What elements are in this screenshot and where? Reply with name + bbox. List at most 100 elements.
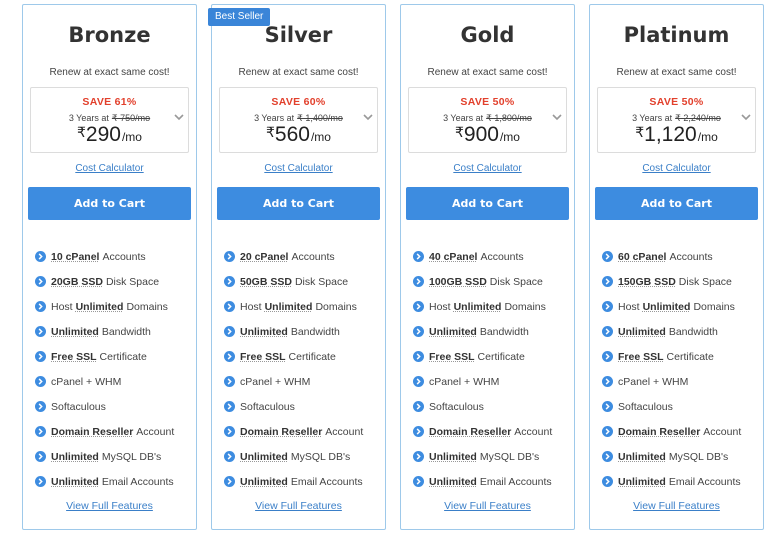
cost-calculator-link[interactable]: Cost Calculator xyxy=(23,163,196,174)
feature-highlight[interactable]: Unlimited xyxy=(618,476,666,488)
feature-highlight[interactable]: 50GB SSD xyxy=(240,276,292,288)
feature-highlight[interactable]: Unlimited xyxy=(51,326,99,338)
feature-text: cPanel + WHM xyxy=(618,375,689,388)
renew-note: Renew at exact same cost! xyxy=(427,67,548,78)
add-to-cart-button[interactable]: Add to Cart xyxy=(406,187,569,220)
currency-symbol: ₹ xyxy=(266,124,275,140)
save-badge: SAVE 50% xyxy=(460,96,515,108)
feature-highlight[interactable]: 20GB SSD xyxy=(51,276,103,288)
feature-text: Account xyxy=(325,425,364,438)
arrow-circle-icon xyxy=(413,426,424,437)
plan-card-bronze: Bronze Renew at exact same cost! SAVE 61… xyxy=(22,4,197,530)
feature-highlight[interactable]: Free SSL xyxy=(51,351,97,363)
billing-cycle-select[interactable]: SAVE 61% 3 Years at ₹ 750/mo ₹290/mo xyxy=(30,87,189,153)
feature-highlight[interactable]: 100GB SSD xyxy=(429,276,487,288)
feature-text: Bandwidth xyxy=(101,325,151,338)
feature-text: Disk Space xyxy=(105,275,160,288)
feature-highlight[interactable]: Free SSL xyxy=(618,351,664,363)
feature-highlight[interactable]: Unlimited xyxy=(240,326,288,338)
feature-highlight[interactable]: Unlimited xyxy=(51,451,99,463)
arrow-circle-icon xyxy=(413,401,424,412)
feature-highlight[interactable]: Unlimited xyxy=(454,301,502,313)
feature-highlight[interactable]: Unlimited xyxy=(240,476,288,488)
currency-symbol: ₹ xyxy=(635,124,645,140)
view-full-features-link[interactable]: View Full Features xyxy=(212,500,385,512)
feature-highlight[interactable]: 150GB SSD xyxy=(618,276,676,288)
add-to-cart-button[interactable]: Add to Cart xyxy=(28,187,191,220)
price-period: /mo xyxy=(310,130,331,144)
feature-highlight[interactable]: Unlimited xyxy=(618,451,666,463)
feature-prefix: Host xyxy=(51,300,73,313)
feature-item: Host Unlimited Domains xyxy=(35,294,192,319)
feature-highlight[interactable]: Domain Reseller xyxy=(240,426,322,438)
arrow-circle-icon xyxy=(35,426,46,437)
original-price: ₹ 2,240/mo xyxy=(675,113,721,123)
feature-highlight[interactable]: Domain Reseller xyxy=(429,426,511,438)
original-price: ₹ 750/mo xyxy=(111,113,151,123)
chevron-down-icon[interactable] xyxy=(174,112,184,122)
arrow-circle-icon xyxy=(224,451,235,462)
feature-text: Bandwidth xyxy=(668,325,718,338)
view-full-features-link[interactable]: View Full Features xyxy=(590,500,763,512)
feature-highlight[interactable]: Unlimited xyxy=(76,301,124,313)
arrow-circle-icon xyxy=(602,376,613,387)
chevron-down-icon[interactable] xyxy=(552,112,562,122)
original-price: ₹ 1,800/mo xyxy=(486,113,532,123)
price: ₹290/mo xyxy=(31,123,188,147)
feature-item: Domain Reseller Account xyxy=(35,419,192,444)
add-to-cart-button[interactable]: Add to Cart xyxy=(217,187,380,220)
arrow-circle-icon xyxy=(602,251,613,262)
cost-calculator-link[interactable]: Cost Calculator xyxy=(401,163,574,174)
feature-list: 60 cPanel Accounts 150GB SSD Disk Space Host… xyxy=(602,244,759,494)
feature-highlight[interactable]: Unlimited xyxy=(429,451,477,463)
feature-highlight[interactable]: Unlimited xyxy=(618,326,666,338)
arrow-circle-icon xyxy=(224,251,235,262)
feature-highlight[interactable]: 60 cPanel xyxy=(618,251,666,263)
feature-item: 10 cPanel Accounts xyxy=(35,244,192,269)
feature-highlight[interactable]: Unlimited xyxy=(643,301,691,313)
feature-highlight[interactable]: Unlimited xyxy=(265,301,313,313)
feature-text: Account xyxy=(136,425,175,438)
feature-item: Softaculous xyxy=(35,394,192,419)
feature-highlight[interactable]: 40 cPanel xyxy=(429,251,477,263)
feature-highlight[interactable]: Domain Reseller xyxy=(618,426,700,438)
original-price: ₹ 1,400/mo xyxy=(297,113,343,123)
billing-cycle-select[interactable]: SAVE 60% 3 Years at ₹ 1,400/mo ₹560/mo xyxy=(219,87,378,153)
feature-highlight[interactable]: Unlimited xyxy=(240,451,288,463)
feature-item: cPanel + WHM xyxy=(224,369,381,394)
term-label: 3 Years at xyxy=(68,113,109,123)
add-to-cart-button[interactable]: Add to Cart xyxy=(595,187,758,220)
feature-text: Accounts xyxy=(291,250,335,263)
view-full-features-link[interactable]: View Full Features xyxy=(23,500,196,512)
feature-item: Unlimited Bandwidth xyxy=(413,319,570,344)
feature-prefix: Host xyxy=(618,300,640,313)
billing-cycle-select[interactable]: SAVE 50% 3 Years at ₹ 2,240/mo ₹1,120/mo xyxy=(597,87,756,153)
feature-highlight[interactable]: Unlimited xyxy=(429,326,477,338)
arrow-circle-icon xyxy=(602,426,613,437)
arrow-circle-icon xyxy=(35,251,46,262)
view-full-features-link[interactable]: View Full Features xyxy=(401,500,574,512)
arrow-circle-icon xyxy=(602,351,613,362)
feature-highlight[interactable]: Domain Reseller xyxy=(51,426,133,438)
chevron-down-icon[interactable] xyxy=(363,112,373,122)
feature-highlight[interactable]: 20 cPanel xyxy=(240,251,288,263)
arrow-circle-icon xyxy=(224,326,235,337)
feature-highlight[interactable]: Unlimited xyxy=(429,476,477,488)
chevron-down-icon[interactable] xyxy=(741,112,751,122)
feature-item: Domain Reseller Account xyxy=(224,419,381,444)
arrow-circle-icon xyxy=(35,401,46,412)
feature-text: Softaculous xyxy=(429,400,484,413)
feature-highlight[interactable]: 10 cPanel xyxy=(51,251,99,263)
cost-calculator-link[interactable]: Cost Calculator xyxy=(212,163,385,174)
feature-highlight[interactable]: Free SSL xyxy=(240,351,286,363)
cost-calculator-link[interactable]: Cost Calculator xyxy=(590,163,763,174)
arrow-circle-icon xyxy=(413,376,424,387)
arrow-circle-icon xyxy=(413,476,424,487)
feature-text: Email Accounts xyxy=(101,475,174,488)
billing-cycle-select[interactable]: SAVE 50% 3 Years at ₹ 1,800/mo ₹900/mo xyxy=(408,87,567,153)
feature-text: Account xyxy=(703,425,742,438)
feature-highlight[interactable]: Free SSL xyxy=(429,351,475,363)
feature-highlight[interactable]: Unlimited xyxy=(51,476,99,488)
feature-item: 50GB SSD Disk Space xyxy=(224,269,381,294)
arrow-circle-icon xyxy=(35,451,46,462)
